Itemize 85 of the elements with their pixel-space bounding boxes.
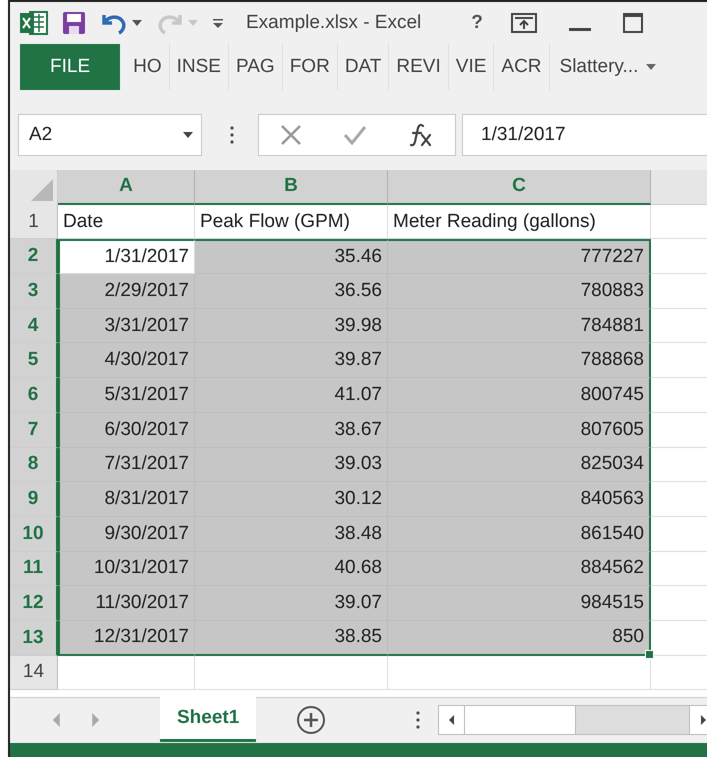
table-cell: 11/30/2017 <box>58 586 195 621</box>
customize-toolbar-icon[interactable] <box>212 17 224 29</box>
ribbon-tab[interactable]: DAT <box>338 44 390 90</box>
table-cell: 784881 <box>388 308 651 344</box>
table-cell: 12/31/2017 <box>58 620 195 656</box>
ribbon-tab[interactable]: FOR <box>282 44 338 90</box>
minimize-icon[interactable] <box>568 28 591 32</box>
table-cell: 825034 <box>388 448 651 482</box>
row-header[interactable]: 12 <box>10 586 58 621</box>
table-cell: 984515 <box>388 586 651 621</box>
row-header[interactable]: 13 <box>10 620 58 656</box>
table-cell: 5/31/2017 <box>58 378 195 413</box>
column-header[interactable]: B <box>195 170 388 205</box>
ribbon-display-options-icon[interactable] <box>510 13 537 33</box>
excel-logo-icon <box>20 10 48 36</box>
row-header[interactable]: 1 <box>10 204 58 240</box>
table-cell: 30.12 <box>195 482 388 517</box>
table-cell: 38.48 <box>195 516 388 552</box>
maximize-icon[interactable] <box>622 13 643 33</box>
table-cell: 39.98 <box>195 308 388 344</box>
row-header[interactable]: 5 <box>10 343 58 378</box>
table-cell: 8/31/2017 <box>58 482 195 517</box>
table-cell: 861540 <box>388 516 651 552</box>
cancel-icon[interactable] <box>280 124 302 146</box>
table-cell: 788868 <box>388 343 651 378</box>
window-title: Example.xlsx - Excel <box>246 12 422 34</box>
table-cell: 850 <box>388 620 651 656</box>
name-box[interactable]: A2 <box>18 114 202 156</box>
table-cell: 3/31/2017 <box>58 308 195 344</box>
row-header[interactable]: 6 <box>10 378 58 413</box>
table-cell: 9/30/2017 <box>58 516 195 552</box>
table-cell: 40.68 <box>195 552 388 586</box>
formula-field[interactable]: 1/31/2017 <box>462 114 707 156</box>
table-cell: 4/30/2017 <box>58 343 195 378</box>
table-cell: 7/31/2017 <box>58 448 195 482</box>
column-header[interactable]: A <box>58 170 195 205</box>
row-header[interactable]: 8 <box>10 448 58 482</box>
ribbon-tab[interactable]: REVI <box>389 44 449 90</box>
ribbon-tab[interactable]: VIE <box>448 44 494 90</box>
save-icon[interactable] <box>62 11 86 35</box>
caret-icon <box>183 131 193 139</box>
table-cell: 807605 <box>388 412 651 448</box>
add-sheet-icon[interactable] <box>296 705 326 735</box>
table-cell: 38.67 <box>195 412 388 448</box>
sheet-tab[interactable]: Sheet1 <box>160 697 256 742</box>
table-cell: 777227 <box>388 239 651 274</box>
table-cell: 780883 <box>388 274 651 309</box>
row-header[interactable]: 4 <box>10 308 58 344</box>
table-cell: 840563 <box>388 482 651 517</box>
more-options-icon[interactable] <box>230 126 234 144</box>
ribbon-tab[interactable]: INSE <box>170 44 229 90</box>
more-options-icon[interactable] <box>416 711 420 729</box>
ribbon-tab[interactable]: PAG <box>228 44 283 90</box>
row-header[interactable]: 3 <box>10 274 58 309</box>
fill-handle[interactable] <box>645 650 654 659</box>
row-header[interactable]: 10 <box>10 516 58 552</box>
check-icon[interactable] <box>342 125 367 145</box>
row-header[interactable]: 2 <box>10 239 58 274</box>
table-cell: 1/31/2017 <box>58 239 195 274</box>
caret-icon <box>646 63 656 71</box>
table-cell: 6/30/2017 <box>58 412 195 448</box>
horizontal-scrollbar[interactable] <box>438 705 707 735</box>
table-cell: 36.56 <box>195 274 388 309</box>
table-cell: 10/31/2017 <box>58 552 195 586</box>
ribbon-tab[interactable]: FILE <box>20 44 120 90</box>
table-cell: 39.87 <box>195 343 388 378</box>
help-button[interactable]: ? <box>465 11 489 35</box>
column-header[interactable]: C <box>388 170 651 205</box>
table-cell: 39.07 <box>195 586 388 621</box>
table-cell: 800745 <box>388 378 651 413</box>
row-header[interactable]: 7 <box>10 412 58 448</box>
row-header[interactable]: 9 <box>10 482 58 517</box>
row-header[interactable]: 11 <box>10 552 58 586</box>
undo-dropdown-icon[interactable] <box>132 18 142 28</box>
ribbon-tab[interactable]: HO <box>126 44 170 90</box>
table-cell: 39.03 <box>195 448 388 482</box>
table-cell: 41.07 <box>195 378 388 413</box>
row-header[interactable]: 14 <box>10 656 58 690</box>
table-cell: 884562 <box>388 552 651 586</box>
table-cell: 38.85 <box>195 620 388 656</box>
table-cell: 35.46 <box>195 239 388 274</box>
ribbon-tab[interactable]: ACR <box>494 44 550 90</box>
table-cell: 2/29/2017 <box>58 274 195 309</box>
account-menu[interactable]: Slattery... <box>550 44 664 90</box>
scroll-left-icon[interactable] <box>446 715 457 725</box>
